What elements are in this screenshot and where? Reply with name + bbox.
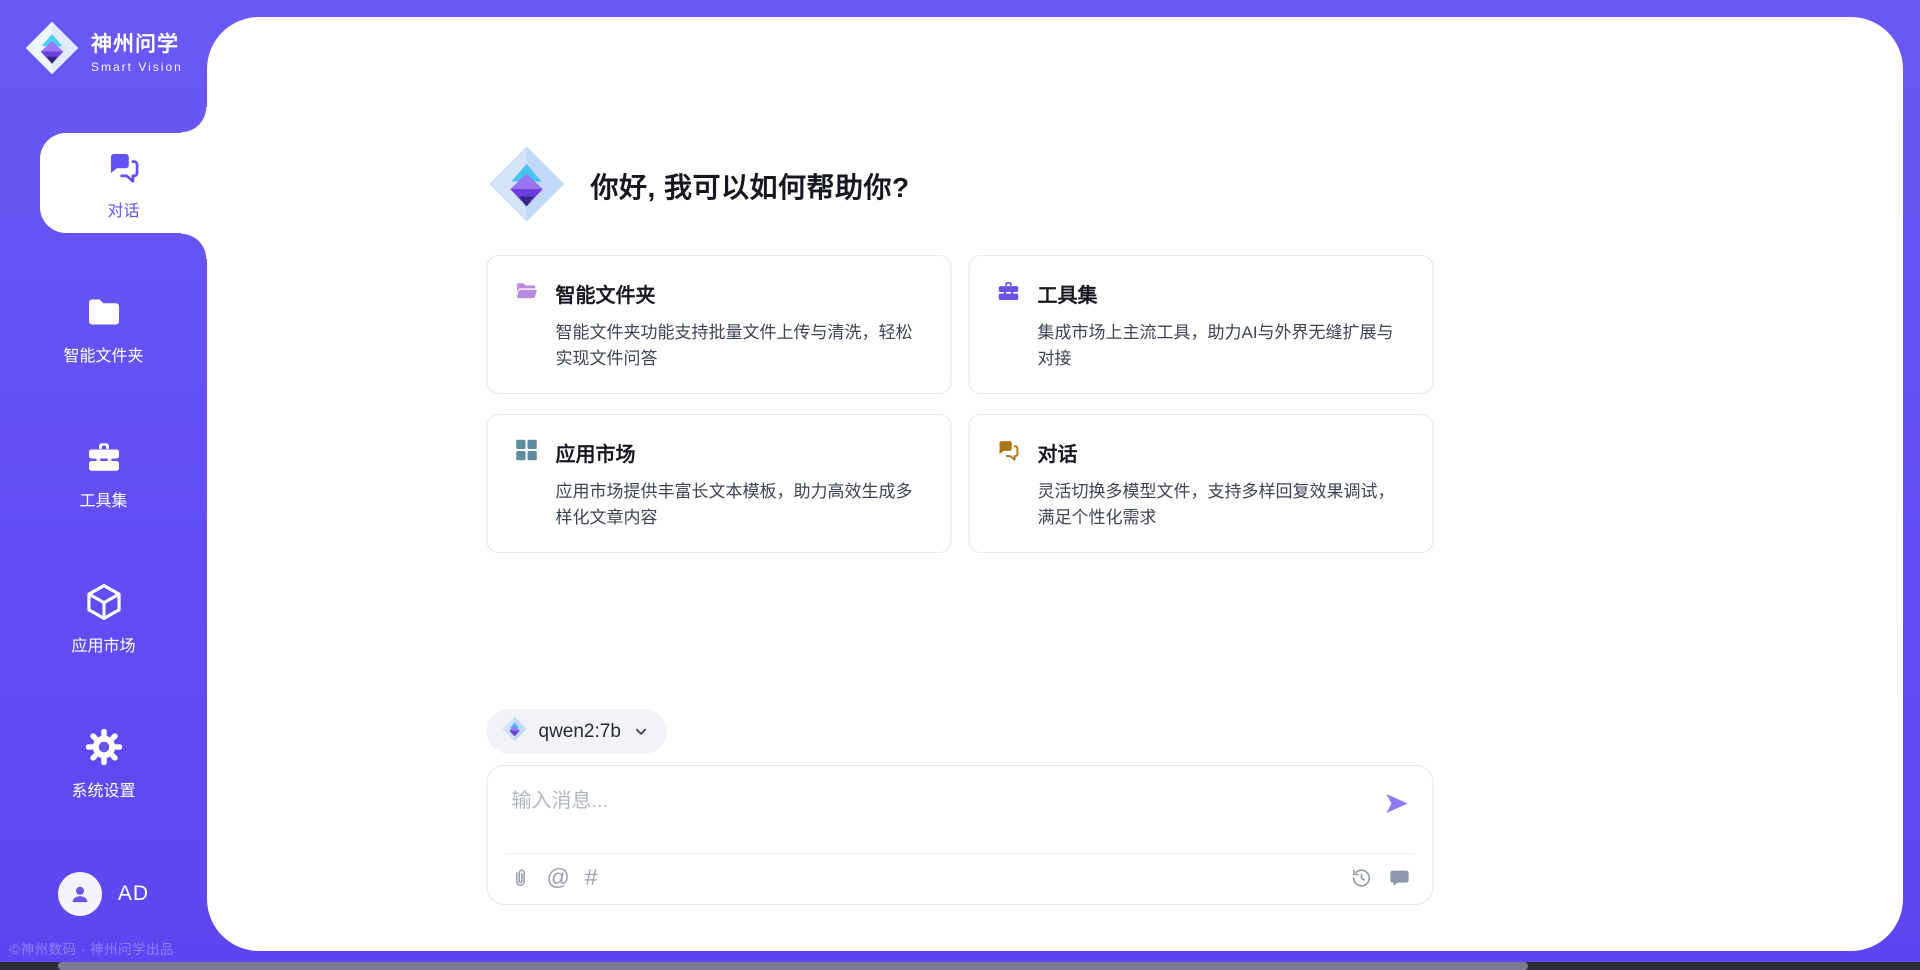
sidebar-item-app-market[interactable]: 应用市场 bbox=[0, 568, 207, 668]
send-icon bbox=[1384, 790, 1411, 817]
history-icon bbox=[1351, 867, 1373, 889]
cube-icon bbox=[83, 581, 125, 623]
sidebar-item-label: 系统设置 bbox=[71, 777, 135, 801]
sidebar-item-toolset[interactable]: 工具集 bbox=[0, 423, 207, 523]
card-title: 对话 bbox=[1038, 438, 1078, 467]
chevron-down-icon bbox=[634, 724, 649, 739]
card-description: 集成市场上主流工具，助力AI与外界无缝扩展与对接 bbox=[1038, 320, 1407, 371]
brand: 神州问学 Smart Vision bbox=[24, 20, 183, 81]
card-head: 对话 bbox=[996, 437, 1407, 468]
horizontal-scrollbar[interactable] bbox=[0, 962, 1920, 970]
main-content: 你好, 我可以如何帮助你? 智能文件夹 智能文件夹功能支持批量文件上传与清洗，轻… bbox=[487, 146, 1434, 905]
brand-subtitle: Smart Vision bbox=[91, 60, 183, 74]
brand-diamond-icon bbox=[24, 20, 80, 81]
user-icon bbox=[67, 881, 93, 907]
brand-text: 神州问学 Smart Vision bbox=[91, 28, 183, 74]
chat-icon bbox=[105, 146, 143, 188]
attach-button[interactable] bbox=[510, 867, 532, 889]
sidebar: 神州问学 Smart Vision 对话 bbox=[0, 0, 207, 970]
sidebar-item-smart-folders[interactable]: 智能文件夹 bbox=[0, 278, 207, 378]
feature-cards: 智能文件夹 智能文件夹功能支持批量文件上传与清洗，轻松实现文件问答 bbox=[487, 255, 1434, 553]
card-head: 应用市场 bbox=[514, 437, 925, 468]
greeting-title: 你好, 我可以如何帮助你? bbox=[591, 166, 910, 206]
user-account[interactable]: AD bbox=[0, 872, 207, 916]
sidebar-item-chat[interactable]: 对话 bbox=[40, 133, 207, 233]
copyright-footer: ©神州数码 · 神州问学出品 bbox=[10, 938, 174, 958]
card-head: 智能文件夹 bbox=[514, 278, 925, 309]
attach-icon bbox=[510, 867, 532, 889]
history-button[interactable] bbox=[1351, 867, 1373, 889]
sidebar-item-settings[interactable]: 系统设置 bbox=[0, 713, 207, 813]
card-description: 应用市场提供丰富长文本模板，助力高效生成多样化文章内容 bbox=[556, 479, 925, 530]
chat-bubbles-icon bbox=[996, 437, 1022, 468]
card-description: 智能文件夹功能支持批量文件上传与清洗，轻松实现文件问答 bbox=[556, 320, 925, 371]
card-title: 工具集 bbox=[1038, 279, 1098, 308]
card-smart-folders[interactable]: 智能文件夹 智能文件夹功能支持批量文件上传与清洗，轻松实现文件问答 bbox=[487, 255, 952, 394]
sidebar-item-label: 对话 bbox=[107, 197, 139, 221]
hash-icon[interactable]: # bbox=[585, 866, 598, 889]
feedback-button[interactable] bbox=[1389, 867, 1411, 889]
gear-icon bbox=[84, 726, 124, 768]
user-initials: AD bbox=[118, 882, 149, 906]
send-button[interactable] bbox=[1384, 790, 1411, 817]
toolbox-icon bbox=[84, 436, 124, 478]
brand-diamond-icon bbox=[502, 716, 528, 748]
folder-icon bbox=[84, 291, 124, 333]
sidebar-item-label: 工具集 bbox=[79, 487, 127, 511]
card-head: 工具集 bbox=[996, 278, 1407, 309]
grid-icon bbox=[514, 437, 540, 468]
feedback-icon bbox=[1389, 867, 1411, 889]
model-selector[interactable]: qwen2:7b bbox=[487, 709, 667, 754]
card-app-market[interactable]: 应用市场 应用市场提供丰富长文本模板，助力高效生成多样化文章内容 bbox=[487, 414, 952, 553]
briefcase-icon bbox=[996, 278, 1022, 309]
card-title: 应用市场 bbox=[556, 438, 636, 467]
brand-name: 神州问学 bbox=[91, 28, 183, 58]
composer-divider bbox=[506, 853, 1415, 854]
avatar bbox=[58, 872, 102, 916]
scrollbar-thumb[interactable] bbox=[58, 962, 1528, 970]
app-window: 神州问学 Smart Vision 对话 bbox=[0, 0, 1920, 970]
mention-icon[interactable]: @ bbox=[547, 866, 570, 889]
sidebar-item-label: 应用市场 bbox=[71, 632, 135, 656]
message-composer: @ # bbox=[487, 765, 1434, 905]
assistant-diamond-icon bbox=[487, 144, 567, 229]
card-toolset[interactable]: 工具集 集成市场上主流工具，助力AI与外界无缝扩展与对接 bbox=[969, 255, 1434, 394]
folder-open-icon bbox=[514, 278, 540, 309]
message-input[interactable] bbox=[512, 784, 1363, 842]
card-chat[interactable]: 对话 灵活切换多模型文件，支持多样回复效果调试，满足个性化需求 bbox=[969, 414, 1434, 553]
card-description: 灵活切换多模型文件，支持多样回复效果调试，满足个性化需求 bbox=[1038, 479, 1407, 530]
composer-tools-left: @ # bbox=[510, 866, 598, 889]
composer-tools-right bbox=[1351, 867, 1411, 889]
card-title: 智能文件夹 bbox=[556, 279, 656, 308]
sidebar-item-label: 智能文件夹 bbox=[63, 342, 143, 366]
model-name: qwen2:7b bbox=[539, 721, 621, 743]
greeting: 你好, 我可以如何帮助你? bbox=[487, 146, 1434, 226]
